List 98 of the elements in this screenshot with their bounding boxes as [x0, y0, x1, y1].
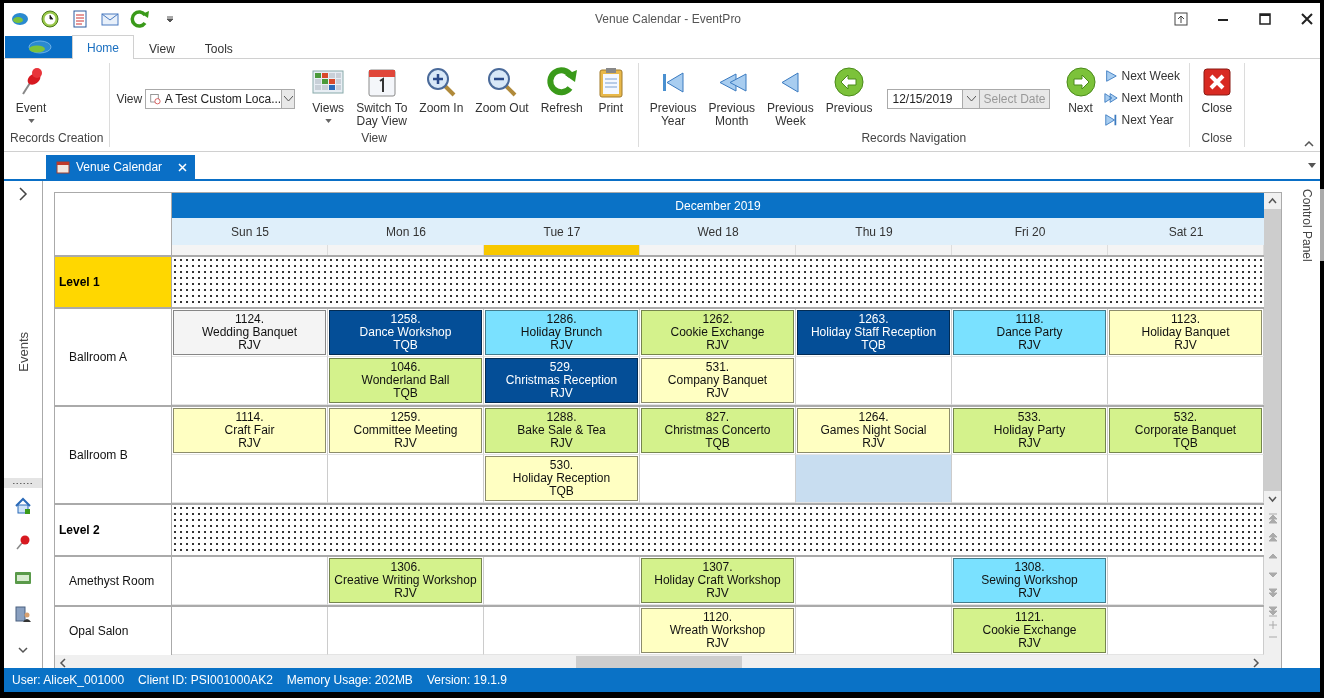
day-header: Mon 16: [328, 218, 484, 245]
caret-icon: [324, 119, 332, 123]
event-block[interactable]: 1264. Games Night Social RJV: [797, 408, 950, 453]
right-arrow-circle-icon: [1064, 66, 1097, 98]
ribbon-button[interactable]: Zoom Out: [470, 63, 534, 115]
left-arrow-circle-icon: [833, 66, 866, 98]
refresh-icon[interactable]: [130, 9, 150, 29]
card-icon[interactable]: [14, 569, 32, 587]
ribbon-button[interactable]: Event: [10, 63, 52, 123]
day-header: Fri 20: [952, 218, 1108, 245]
event-block[interactable]: 1262. Cookie Exchange RJV: [641, 310, 794, 355]
ribbon-button[interactable]: Previous Month: [703, 63, 761, 128]
ribbon-button[interactable]: Close: [1195, 63, 1238, 115]
calendar-icon: [56, 160, 70, 174]
group-label: Records Creation: [10, 131, 104, 147]
room-name: Amethyst Room: [55, 557, 172, 605]
grip-icon[interactable]: [12, 481, 34, 485]
status-text: Client ID: PSI001000AK2: [138, 673, 273, 687]
ribbon-button[interactable]: Previous Year: [644, 63, 702, 128]
day-header: Thu 19: [796, 218, 952, 245]
event-block[interactable]: 1123. Holiday Banquet RJV: [1109, 310, 1262, 355]
event-block[interactable]: 532. Corporate Banquet TQB: [1109, 408, 1262, 453]
status-text: Version: 19.1.9: [426, 673, 507, 687]
level-header[interactable]: Level 1: [55, 257, 172, 307]
events-panel-label[interactable]: Events: [15, 332, 31, 372]
dropdown-arrow-icon[interactable]: [1308, 163, 1316, 168]
document-icon[interactable]: [70, 9, 90, 29]
group-label: Close: [1200, 131, 1234, 147]
ribbon-button[interactable]: Refresh: [535, 63, 588, 115]
building-person-icon[interactable]: [14, 605, 32, 623]
event-block[interactable]: 1121. Cookie Exchange RJV: [953, 608, 1106, 653]
event-block[interactable]: 1259. Committee Meeting RJV: [329, 408, 482, 453]
day-header: Wed 18: [640, 218, 796, 245]
maximize-icon[interactable]: [1258, 12, 1272, 26]
event-block[interactable]: 1286. Holiday Brunch RJV: [485, 310, 638, 355]
view-dropdown[interactable]: A Test Custom Loca...: [145, 89, 296, 109]
group-label: View: [360, 131, 388, 147]
event-block[interactable]: 1124. Wedding Banquet RJV: [173, 310, 326, 355]
refresh-icon: [545, 66, 578, 98]
day-header: Tue 17: [484, 218, 640, 245]
clock-icon[interactable]: [40, 9, 60, 29]
zoom-out-icon: [486, 66, 518, 98]
caret-icon: [27, 119, 35, 123]
event-block[interactable]: 530. Holiday Reception TQB: [485, 456, 638, 501]
ribbon-small-button[interactable]: Next Year: [1103, 111, 1183, 129]
app-menu-button[interactable]: [5, 36, 72, 58]
view-label: View: [116, 92, 143, 106]
group-label: Records Navigation: [860, 131, 968, 147]
ribbon-small-button[interactable]: Next Week: [1103, 67, 1183, 85]
panel-grip[interactable]: [1320, 189, 1324, 261]
right-triangle-icon: [1103, 69, 1118, 83]
ribbon-button[interactable]: Next: [1059, 63, 1102, 115]
calendar-clock-icon: [150, 92, 161, 106]
window-title: Venue Calendar - EventPro: [593, 12, 743, 26]
skip-forward-icon: [1103, 113, 1118, 127]
document-tab[interactable]: Venue Calendar: [46, 155, 196, 179]
close-icon[interactable]: [1300, 12, 1314, 26]
day-header: Sun 15: [172, 218, 328, 245]
event-block[interactable]: 1046. Wonderland Ball TQB: [329, 358, 482, 403]
double-right-arrow-icon: [1103, 91, 1118, 105]
ribbon-display-icon[interactable]: [1174, 12, 1188, 26]
ribbon-button[interactable]: Switch To Day View: [351, 63, 413, 128]
event-block[interactable]: 1307. Holiday Craft Workshop RJV: [641, 558, 794, 603]
ribbon-button[interactable]: Views: [307, 63, 350, 123]
control-panel-label[interactable]: Control Panel: [1300, 189, 1314, 668]
home-icon[interactable]: [14, 497, 32, 515]
scrollbar-thumb[interactable]: [1264, 209, 1281, 491]
close-icon: [1200, 66, 1233, 98]
event-block[interactable]: 1118. Dance Party RJV: [953, 310, 1106, 355]
event-block[interactable]: 1288. Bake Sale & Tea RJV: [485, 408, 638, 453]
ribbon-button[interactable]: Previous: [820, 63, 878, 115]
ribbon-small-button[interactable]: Next Month: [1103, 89, 1183, 107]
event-block[interactable]: 827. Christmas Concerto TQB: [641, 408, 794, 453]
ribbon-button[interactable]: Print: [589, 63, 632, 115]
calendar-icon: [365, 66, 398, 98]
zoom-in-icon: [425, 66, 458, 98]
event-block[interactable]: 1258. Dance Workshop TQB: [329, 310, 482, 355]
event-block[interactable]: 1308. Sewing Workshop RJV: [953, 558, 1106, 603]
status-text: Memory Usage: 202MB: [286, 673, 413, 687]
event-block[interactable]: 533. Holiday Party RJV: [953, 408, 1106, 453]
pushpin-icon[interactable]: [14, 533, 32, 551]
event-block[interactable]: 1263. Holiday Staff Reception TQB: [797, 310, 950, 355]
month-header: December 2019: [172, 193, 1264, 218]
event-block[interactable]: 1120. Wreath Workshop RJV: [641, 608, 794, 653]
ribbon-button[interactable]: Zoom In: [414, 63, 469, 115]
collapse-ribbon-icon[interactable]: [1304, 141, 1314, 147]
room-name: Ballroom A: [55, 309, 172, 405]
ribbon-tab[interactable]: View: [134, 37, 190, 59]
room-name: Ballroom B: [55, 407, 172, 503]
event-block[interactable]: 1306. Creative Writing Workshop RJV: [329, 558, 482, 603]
event-block[interactable]: 531. Company Banquet RJV: [641, 358, 794, 403]
ribbon-button[interactable]: Previous Week: [762, 63, 819, 128]
event-block[interactable]: 529. Christmas Reception RJV: [485, 358, 638, 403]
day-header: Sat 21: [1108, 218, 1264, 245]
ribbon-tab[interactable]: Tools: [189, 37, 248, 59]
event-block[interactable]: 1114. Craft Fair RJV: [173, 408, 326, 453]
ribbon-tab[interactable]: Home: [72, 35, 134, 59]
status-text: User: AliceK_001000: [12, 673, 125, 687]
